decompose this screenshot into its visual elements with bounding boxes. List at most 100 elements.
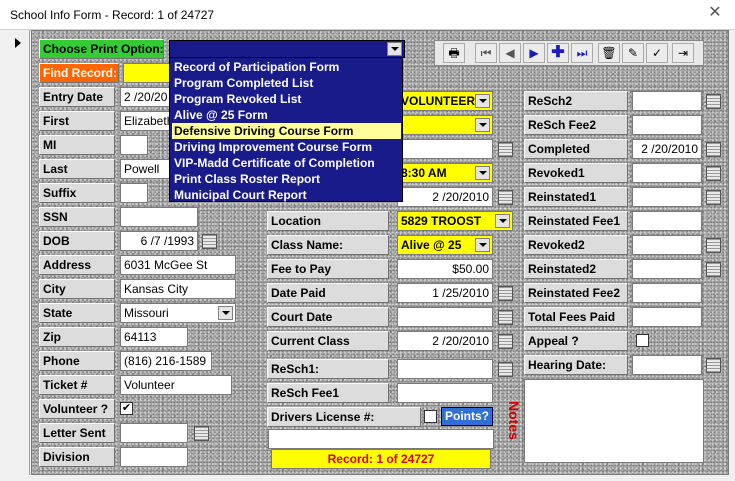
letter-sent-field[interactable] bbox=[120, 423, 188, 443]
first-record-icon[interactable]: ⏮ bbox=[475, 43, 497, 63]
class-date-field[interactable]: 2 /20/2010 bbox=[397, 187, 493, 207]
zip-field[interactable]: 64113 bbox=[120, 327, 188, 347]
menu-item-alive25[interactable]: Alive @ 25 Form bbox=[172, 107, 401, 123]
fee-to-pay-field[interactable]: $50.00 bbox=[397, 259, 493, 279]
class-date-calendar-icon[interactable] bbox=[498, 190, 513, 205]
menu-item-participation[interactable]: Record of Participation Form bbox=[172, 59, 401, 75]
drivers-license-label: Drivers License #: bbox=[267, 407, 421, 427]
print-option-combo[interactable] bbox=[169, 40, 405, 58]
ssn-field[interactable] bbox=[120, 207, 198, 227]
current-record-arrow-icon bbox=[15, 38, 21, 48]
volunteer-type-select[interactable]: VOLUNTEER bbox=[397, 91, 493, 111]
city-field[interactable]: Kansas City bbox=[120, 279, 236, 299]
menu-item-driving-improvement[interactable]: Driving Improvement Course Form bbox=[172, 139, 401, 155]
drivers-license-field[interactable] bbox=[268, 429, 494, 449]
completed-calendar-icon[interactable] bbox=[706, 142, 721, 157]
delete-icon[interactable]: 🗑 bbox=[598, 43, 620, 63]
city-label: City bbox=[39, 279, 115, 299]
phone-field[interactable]: (816) 216-1589 bbox=[120, 351, 212, 371]
find-record-label: Find Record: bbox=[39, 63, 119, 83]
printer-icon[interactable]: 🖶 bbox=[443, 43, 465, 63]
resch2-calendar-icon[interactable] bbox=[706, 94, 721, 109]
entry-date-field[interactable]: 2 /20/20 bbox=[120, 87, 170, 107]
location-dropdown-arrow-icon[interactable] bbox=[495, 214, 510, 228]
menu-item-class-roster[interactable]: Print Class Roster Report bbox=[172, 171, 401, 187]
class-type-dropdown-arrow-icon[interactable] bbox=[475, 118, 490, 132]
reinstated2-calendar-icon[interactable] bbox=[706, 262, 721, 277]
ticket-field[interactable]: Volunteer bbox=[120, 375, 232, 395]
reinstated-fee2-field[interactable] bbox=[632, 283, 702, 303]
form-area: Choose Print Option: Record of Participa… bbox=[31, 30, 729, 475]
date-paid-calendar-icon[interactable] bbox=[498, 286, 513, 301]
menu-item-completed-list[interactable]: Program Completed List bbox=[172, 75, 401, 91]
reinstated2-field[interactable] bbox=[632, 259, 702, 279]
dob-field[interactable]: 6 /7 /1993 bbox=[120, 231, 198, 251]
exit-icon[interactable]: ⇥ bbox=[672, 43, 694, 63]
volunteer-type-dropdown-arrow-icon[interactable] bbox=[475, 94, 490, 108]
dob-calendar-icon[interactable] bbox=[202, 234, 217, 249]
close-icon[interactable]: ✕ bbox=[705, 4, 725, 22]
points-button[interactable]: Points? bbox=[441, 407, 493, 426]
next-record-icon[interactable]: ▶ bbox=[523, 43, 545, 63]
revoked1-field[interactable] bbox=[632, 163, 702, 183]
record-selector[interactable] bbox=[6, 30, 30, 475]
mi-field[interactable] bbox=[120, 135, 148, 155]
menu-item-defensive-driving[interactable]: Defensive Driving Course Form bbox=[172, 123, 401, 139]
revoked2-field[interactable] bbox=[632, 235, 702, 255]
menu-item-municipal-court[interactable]: Municipal Court Report bbox=[172, 187, 401, 203]
notes-textarea[interactable] bbox=[524, 379, 704, 463]
current-class-calendar-icon[interactable] bbox=[498, 334, 513, 349]
new-record-icon[interactable]: ✚ bbox=[547, 43, 569, 63]
reinstated1-field[interactable] bbox=[632, 187, 702, 207]
state-dropdown-arrow-icon[interactable] bbox=[218, 306, 233, 320]
location-value: 5829 TROOST bbox=[401, 214, 482, 228]
first-label: First bbox=[39, 111, 115, 131]
letter-sent-calendar-icon[interactable] bbox=[194, 426, 209, 441]
resch2-field[interactable] bbox=[632, 91, 702, 111]
reinstated-fee1-field[interactable] bbox=[632, 211, 702, 231]
first-name-field[interactable]: Elizabeth bbox=[120, 111, 170, 131]
last-name-field[interactable]: Powell bbox=[120, 159, 170, 179]
notes-label: Notes bbox=[506, 401, 522, 440]
class-name-dropdown-arrow-icon[interactable] bbox=[475, 238, 490, 252]
current-class-field[interactable]: 2 /20/2010 bbox=[397, 331, 493, 351]
find-record-input[interactable] bbox=[123, 63, 171, 83]
drivers-license-checkbox[interactable] bbox=[424, 410, 437, 423]
date-paid-field[interactable]: 1 /25/2010 bbox=[397, 283, 493, 303]
appeal-checkbox[interactable] bbox=[636, 334, 649, 347]
spell-check-icon[interactable]: ✓ bbox=[646, 43, 668, 63]
revoked2-calendar-icon[interactable] bbox=[706, 238, 721, 253]
menu-item-revoked-list[interactable]: Program Revoked List bbox=[172, 91, 401, 107]
hearing-date-calendar-icon[interactable] bbox=[706, 358, 721, 373]
class-time-dropdown-arrow-icon[interactable] bbox=[475, 166, 490, 180]
edit-icon[interactable]: ✎ bbox=[622, 43, 644, 63]
blank-middle-calendar-icon[interactable] bbox=[498, 142, 513, 157]
resch-fee1-field[interactable] bbox=[397, 383, 493, 403]
revoked1-calendar-icon[interactable] bbox=[706, 166, 721, 181]
resch-fee2-field[interactable] bbox=[632, 115, 702, 135]
reinstated1-calendar-icon[interactable] bbox=[706, 190, 721, 205]
previous-record-icon[interactable]: ◀ bbox=[499, 43, 521, 63]
completed-field[interactable]: 2 /20/2010 bbox=[632, 139, 702, 159]
zip-label: Zip bbox=[39, 327, 115, 347]
class-time-select[interactable]: 8:30 AM bbox=[397, 163, 493, 183]
resch1-calendar-icon[interactable] bbox=[498, 362, 513, 377]
total-fees-paid-field[interactable] bbox=[632, 307, 702, 327]
print-option-dropdown-arrow-icon[interactable] bbox=[387, 42, 402, 56]
menu-item-vip-madd[interactable]: VIP-Madd Certificate of Completion bbox=[172, 155, 401, 171]
resch1-field[interactable] bbox=[397, 359, 493, 379]
hearing-date-field[interactable] bbox=[632, 355, 702, 375]
suffix-field[interactable] bbox=[120, 183, 148, 203]
division-field[interactable] bbox=[120, 447, 188, 467]
location-select[interactable]: 5829 TROOST bbox=[397, 211, 513, 231]
volunteer-checkbox[interactable]: ✔ bbox=[120, 402, 133, 415]
reinstated2-label: Reinstated2 bbox=[524, 259, 628, 279]
blank-middle-field[interactable] bbox=[397, 139, 493, 159]
address-field[interactable]: 6031 McGee St bbox=[120, 255, 236, 275]
last-record-icon[interactable]: ⏭ bbox=[571, 43, 593, 63]
class-type-select[interactable] bbox=[397, 115, 493, 135]
court-date-calendar-icon[interactable] bbox=[498, 310, 513, 325]
state-select[interactable]: Missouri bbox=[120, 303, 236, 323]
court-date-field[interactable] bbox=[397, 307, 493, 327]
class-name-select[interactable]: Alive @ 25 bbox=[397, 235, 493, 255]
